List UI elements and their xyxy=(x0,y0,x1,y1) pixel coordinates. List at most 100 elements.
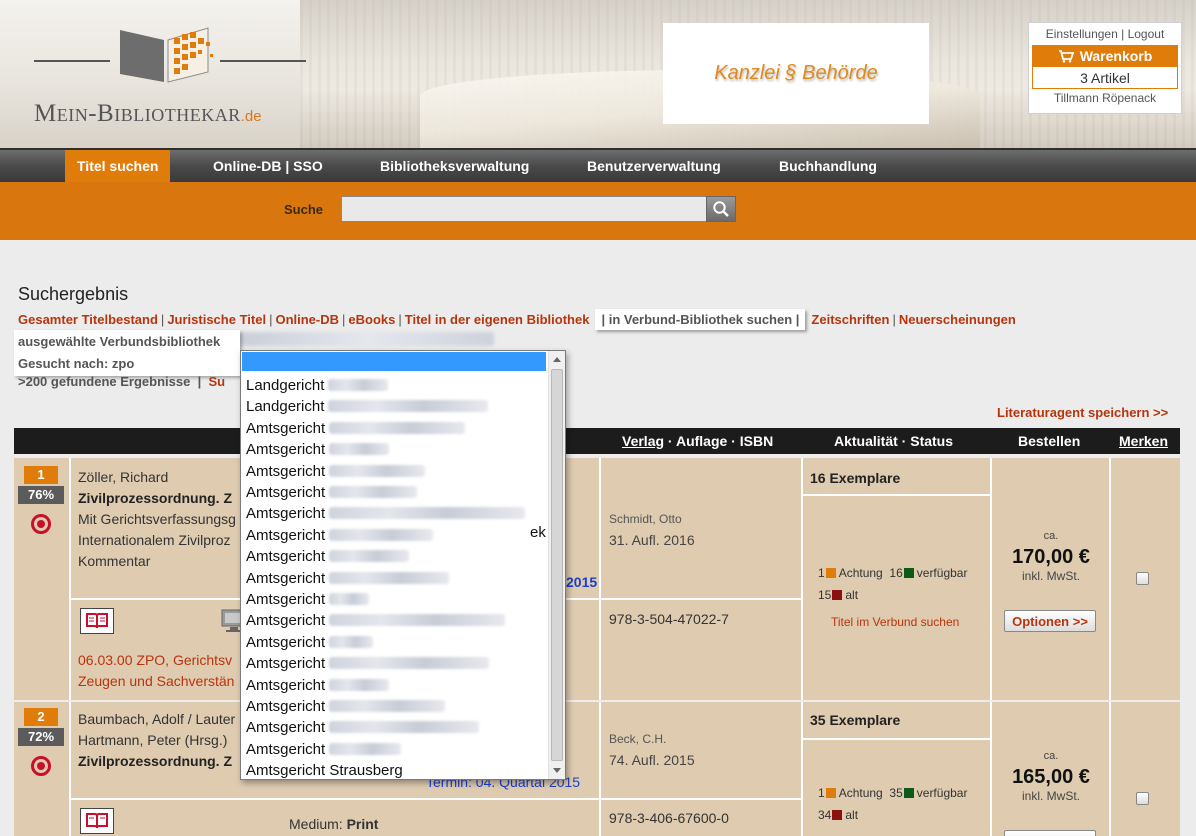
scroll-thumb[interactable] xyxy=(551,369,563,761)
result-authors-2: Hartmann, Peter (Hrsg.) xyxy=(78,732,228,748)
result-price: ca. 170,00 € inkl. MwSt. xyxy=(1012,530,1090,583)
filter-verbund-bibliothek[interactable]: | in Verbund-Bibliothek suchen | xyxy=(595,309,806,330)
book-icon[interactable] xyxy=(80,608,114,634)
options-button[interactable] xyxy=(1004,830,1096,836)
redacted-court-name xyxy=(329,464,426,477)
result-classification[interactable]: 06.03.00 ZPO, Gerichtsv Zeugen und Sachv… xyxy=(78,650,234,692)
search-input[interactable] xyxy=(341,196,707,222)
target-icon[interactable] xyxy=(31,756,51,776)
dropdown-option[interactable]: Amtsgericht xyxy=(246,568,450,589)
result-medium: Medium: Print xyxy=(289,816,379,832)
dropdown-option[interactable]: Amtsgericht xyxy=(246,675,390,696)
redacted-court-name xyxy=(329,571,450,584)
filter-links: Gesamter Titelbestand | Juristische Titel |… xyxy=(18,309,1016,330)
logout-link[interactable]: Logout xyxy=(1128,27,1165,41)
result-rank: 2 72% xyxy=(18,708,64,776)
dropdown-option[interactable]: Amtsgericht xyxy=(246,739,402,760)
cart-button[interactable]: Warenkorb xyxy=(1032,45,1178,67)
cart-icon xyxy=(1058,49,1074,63)
dropdown-scrollbar[interactable] xyxy=(548,351,565,779)
dropdown-option[interactable]: Amtsgericht xyxy=(246,546,410,567)
redacted-court-name xyxy=(329,507,526,520)
dropdown-option[interactable]: Amtsgericht xyxy=(246,717,480,738)
col-bestellen: Bestellen xyxy=(1018,433,1081,449)
nav-online-db[interactable]: Online-DB | SSO xyxy=(213,150,323,182)
settings-link[interactable]: Einstellungen xyxy=(1046,27,1118,41)
result-info: Baumbach, Adolf / Lauter Hartmann, Peter… xyxy=(78,709,235,772)
dropdown-option[interactable]: Amtsgericht Strausberg xyxy=(246,760,403,779)
redacted-court-name xyxy=(329,443,390,456)
result-desc-3: Kommentar xyxy=(78,553,151,569)
titel-im-verbund-link[interactable]: Titel im Verbund suchen xyxy=(831,615,959,629)
dropdown-selected-option[interactable] xyxy=(242,352,546,371)
redacted-court-name xyxy=(329,421,466,434)
nav-titel-suchen[interactable]: Titel suchen xyxy=(65,150,171,182)
dropdown-option[interactable]: Amtsgericht xyxy=(246,589,370,610)
result-authors: Zöller, Richard xyxy=(78,469,169,485)
relevance-badge: 76% xyxy=(18,486,64,504)
nav-benutzerverwaltung[interactable]: Benutzerverwaltung xyxy=(587,150,721,182)
result-publisher: Beck, C.H. 74. Aufl. 2015 xyxy=(609,732,695,768)
sort-verlag-link[interactable]: Verlag xyxy=(622,433,664,449)
scroll-up-icon[interactable] xyxy=(553,357,561,362)
redacted-court-name xyxy=(329,657,490,670)
dropdown-option[interactable]: Amtsgericht xyxy=(246,696,446,717)
dropdown-option[interactable]: Landgericht xyxy=(246,375,389,396)
account-box: Einstellungen | Logout Warenkorb 3 Artik… xyxy=(1028,22,1182,114)
redacted-court-name xyxy=(329,700,446,712)
book-icon[interactable] xyxy=(80,808,114,834)
cart-count[interactable]: 3 Artikel xyxy=(1032,67,1178,89)
merken-checkbox[interactable] xyxy=(1136,792,1149,805)
search-button[interactable] xyxy=(706,196,736,222)
redacted-court-name xyxy=(329,550,410,563)
dropdown-option[interactable]: Amtsgericht xyxy=(246,439,390,460)
filter-neuerscheinungen[interactable]: Neuerscheinungen xyxy=(899,312,1016,327)
result-desc-1: Mit Gerichtsverfassungsg xyxy=(78,511,236,527)
result-isbn: 978-3-406-67600-0 xyxy=(609,810,729,826)
verbund-info: ausgewählte Verbundsbibliothek Gesucht n… xyxy=(14,330,240,376)
table-row: 1 76% Zöller, Richard Zivilprozessordnun… xyxy=(14,458,1180,700)
search-icon xyxy=(713,201,729,217)
dropdown-option[interactable]: Amtsgericht xyxy=(246,482,418,503)
result-edition: 31. Aufl. 2016 xyxy=(609,532,695,548)
filter-zeitschriften[interactable]: Zeitschriften xyxy=(811,312,889,327)
result-title[interactable]: Zivilprozessordnung. Z xyxy=(78,753,232,769)
site-logo[interactable]: Mein-Bibliothekar.de xyxy=(30,20,310,130)
result-status: 1 Achtung 16 verfügbar 15 alt xyxy=(818,566,968,602)
results-table-header: Verlag · Auflage · ISBN Aktualität · Sta… xyxy=(14,428,1180,454)
redacted-court-name xyxy=(329,593,370,605)
dropdown-option[interactable]: Amtsgericht xyxy=(246,610,506,631)
nav-buchhandlung[interactable]: Buchhandlung xyxy=(779,150,877,182)
col-merken[interactable]: Merken xyxy=(1119,433,1168,449)
result-year-link[interactable]: 2015 xyxy=(566,574,597,590)
literaturagent-link[interactable]: Literaturagent speichern >> xyxy=(997,405,1168,420)
verbund-library-dropdown[interactable]: Landgericht Landgericht Amtsgericht Amtsger… xyxy=(240,350,566,780)
redacted-court-name xyxy=(329,486,418,498)
result-title[interactable]: Zivilprozessordnung. Z xyxy=(78,490,232,506)
redacted-court-name xyxy=(329,742,402,755)
table-row: 2 72% Baumbach, Adolf / Lauter Hartmann,… xyxy=(14,702,1180,836)
dropdown-option[interactable]: Amtsgericht xyxy=(246,653,490,674)
options-button[interactable]: Optionen >> xyxy=(1004,610,1096,632)
filter-gesamter-titelbestand[interactable]: Gesamter Titelbestand xyxy=(18,312,158,327)
dropdown-option[interactable]: Amtsgericht xyxy=(246,525,434,546)
search-label: Suche xyxy=(284,202,324,217)
filter-online-db[interactable]: Online-DB xyxy=(275,312,339,327)
result-desc-2: Internationalem Zivilproz xyxy=(78,532,231,548)
filter-juristische-titel[interactable]: Juristische Titel xyxy=(167,312,266,327)
redacted-court-name xyxy=(329,721,480,734)
dropdown-option[interactable]: Amtsgericht xyxy=(246,461,426,482)
dropdown-option[interactable]: Landgericht xyxy=(246,396,489,417)
merken-checkbox[interactable] xyxy=(1136,572,1149,585)
filter-eigene-bibliothek[interactable]: Titel in der eigenen Bibliothek xyxy=(405,312,590,327)
found-count: >200 gefundene Ergebnisse | Su xyxy=(18,374,226,389)
dropdown-option[interactable]: Amtsgericht xyxy=(246,503,526,524)
col-aktualitaet: Aktualität · Status xyxy=(834,433,954,449)
dropdown-option[interactable]: Amtsgericht xyxy=(246,418,466,439)
filter-ebooks[interactable]: eBooks xyxy=(348,312,395,327)
scroll-down-icon[interactable] xyxy=(553,768,561,773)
partner-logo[interactable]: Kanzlei § Behörde xyxy=(663,23,929,124)
nav-bibliotheksverwaltung[interactable]: Bibliotheksverwaltung xyxy=(380,150,529,182)
dropdown-option[interactable]: Amtsgericht xyxy=(246,632,374,653)
target-icon[interactable] xyxy=(31,514,51,534)
